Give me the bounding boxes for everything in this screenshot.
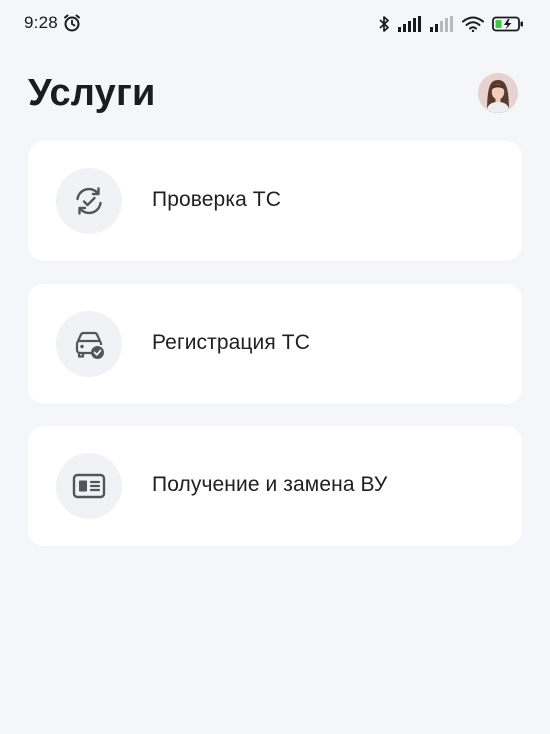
service-label: Регистрация ТС — [152, 331, 310, 354]
service-label: Получение и замена ВУ — [152, 473, 388, 496]
wifi-icon — [462, 16, 484, 32]
alarm-clock-icon — [62, 13, 82, 33]
service-card-vehicle-check[interactable]: Проверка ТС — [28, 141, 522, 261]
service-label: Проверка ТС — [152, 188, 281, 211]
signal-strength-icon — [398, 16, 422, 32]
status-time: 9:28 — [24, 13, 58, 32]
signal-strength-weak-icon — [430, 16, 454, 32]
car-check-icon — [75, 331, 104, 359]
vehicle-registration-icon-circle — [56, 311, 122, 377]
vehicle-check-icon-circle — [56, 168, 122, 234]
bluetooth-icon — [378, 15, 390, 33]
refresh-check-icon — [76, 187, 102, 215]
page-title: Услуги — [28, 72, 156, 114]
battery-charging-icon — [492, 16, 524, 32]
service-card-vehicle-registration[interactable]: Регистрация ТС — [28, 284, 522, 404]
avatar-portrait-icon — [478, 73, 518, 113]
status-bar: 9:28 — [0, 0, 550, 46]
driver-license-icon-circle — [56, 453, 122, 519]
license-card-icon — [72, 473, 106, 499]
profile-avatar[interactable] — [478, 73, 518, 113]
service-card-driver-license[interactable]: Получение и замена ВУ — [28, 426, 522, 546]
